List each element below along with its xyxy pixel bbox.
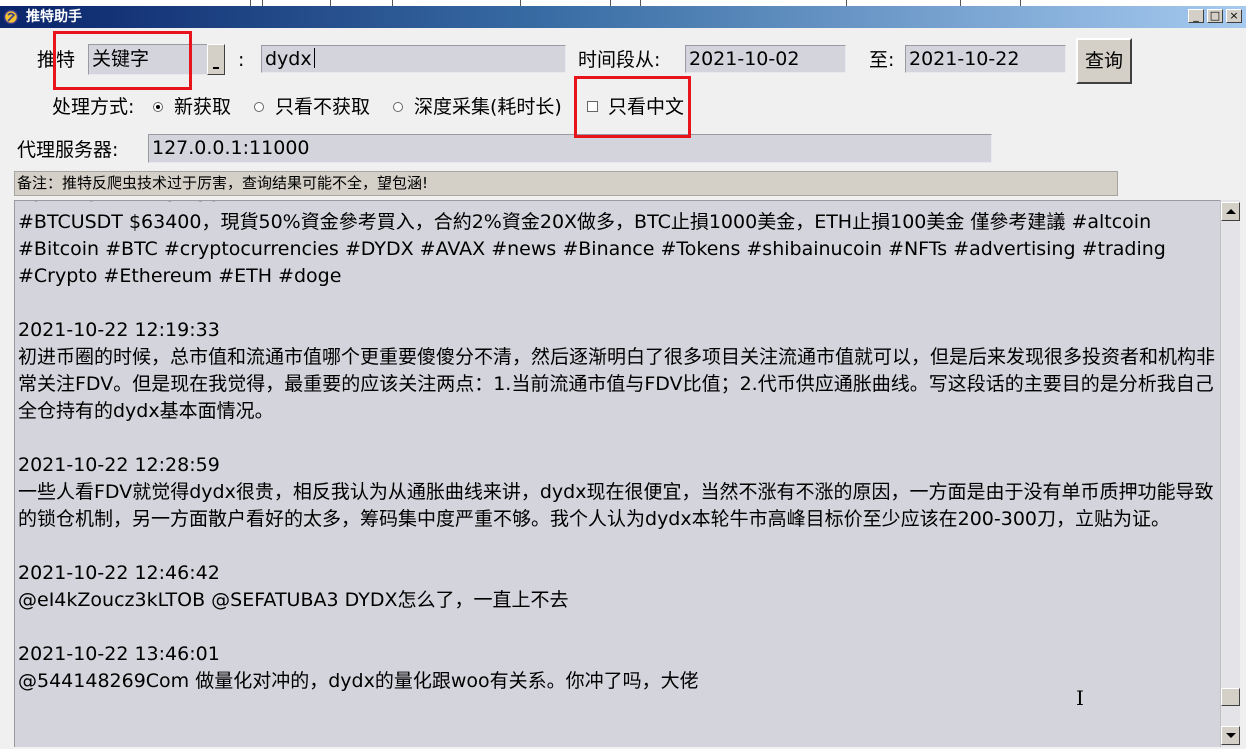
keyword-input[interactable]: dydx xyxy=(261,45,566,73)
mode-radio-new-fetch[interactable] xyxy=(153,102,163,112)
result-timestamp: 2021-10-22 12:46:42 xyxy=(18,562,220,584)
keyword-value: dydx xyxy=(265,48,312,70)
search-type-dropdown-button[interactable] xyxy=(207,44,225,75)
result-entry: 2021-10-22 12:19:33 初进币圈的时候，总市值和流通市值哪个更重… xyxy=(18,317,1216,425)
mode-radio-view-only[interactable] xyxy=(254,102,264,112)
results-scrollbar[interactable] xyxy=(1220,200,1240,747)
mode-option-deep-crawl-label[interactable]: 深度采集(耗时长) xyxy=(414,95,562,119)
highlight-box-chinese-only xyxy=(574,76,691,138)
date-from-label: 时间段从: xyxy=(578,49,661,71)
query-button[interactable]: 查询 xyxy=(1076,38,1132,84)
proxy-input[interactable]: 127.0.0.1:11000 xyxy=(148,134,992,163)
date-from-input[interactable]: 2021-10-02 xyxy=(685,45,846,73)
app-icon xyxy=(3,9,19,25)
result-text: 初进币圈的时候，总市值和流通市值哪个更重要傻傻分不清，然后逐渐明白了很多项目关注… xyxy=(18,346,1216,422)
mode-option-new-fetch-label[interactable]: 新获取 xyxy=(174,95,231,119)
dropdown-arrow-icon xyxy=(213,67,219,69)
result-timestamp: 2021-10-22 12:19:33 xyxy=(18,319,220,341)
result-timestamp: 2021-10-22 13:46:01 xyxy=(18,643,220,665)
scroll-down-arrow-icon[interactable] xyxy=(1221,726,1240,745)
result-entry: 2021-10-22 11:52:50 #BTCUSDT $63400，現貨50… xyxy=(18,201,1216,290)
minimize-button[interactable]: _ xyxy=(1188,9,1204,23)
result-entry: 2021-10-22 12:46:42 @eI4kZoucz3kLTOB @SE… xyxy=(18,560,1216,614)
keyword-colon: : xyxy=(238,49,245,71)
date-to-input[interactable]: 2021-10-22 xyxy=(905,45,1066,73)
results-list: 2021-10-22 11:52:50 #BTCUSDT $63400，現貨50… xyxy=(18,201,1216,695)
result-entry: 2021-10-22 12:28:59 一些人看FDV就觉得dydx很贵，相反我… xyxy=(18,452,1216,533)
close-button[interactable]: × xyxy=(1226,9,1242,23)
result-timestamp: 2021-10-22 11:52:50 xyxy=(18,201,1216,209)
mode-label: 处理方式: xyxy=(52,96,135,118)
scroll-up-arrow-icon[interactable] xyxy=(1221,202,1240,221)
highlight-box-search-type xyxy=(53,31,192,90)
date-to-label: 至: xyxy=(869,49,895,71)
result-text: #BTCUSDT $63400，現貨50%資金參考買入，合約2%資金20X做多，… xyxy=(18,211,1166,287)
result-timestamp: 2021-10-22 12:28:59 xyxy=(18,454,220,476)
maximize-button[interactable]: □ xyxy=(1207,9,1223,23)
result-text: @eI4kZoucz3kLTOB @SEFATUBA3 DYDX怎么了，一直上不… xyxy=(18,589,569,611)
window-title: 推特助手 xyxy=(26,9,82,25)
note-bar: 备注：推特反爬虫技术过于厉害，查询结果可能不全，望包涵! xyxy=(14,171,1118,196)
text-cursor xyxy=(313,48,315,68)
scrollbar-thumb[interactable] xyxy=(1221,688,1240,706)
result-text: @544148269Com 做量化对冲的，dydx的量化跟woo有关系。你冲了吗… xyxy=(18,670,699,692)
i-beam-cursor-icon: I xyxy=(1076,686,1084,710)
mode-option-view-only-label[interactable]: 只看不获取 xyxy=(275,95,370,119)
proxy-label: 代理服务器: xyxy=(17,139,119,161)
mode-radio-deep-crawl[interactable] xyxy=(393,102,403,112)
result-text: 一些人看FDV就觉得dydx很贵，相反我认为从通胀曲线来讲，dydx现在很便宜，… xyxy=(18,481,1214,530)
title-bar[interactable]: 推特助手 _ □ × xyxy=(0,6,1246,28)
result-entry: 2021-10-22 13:46:01 @544148269Com 做量化对冲的… xyxy=(18,641,1216,695)
results-textarea[interactable]: 2021-10-22 11:52:50 #BTCUSDT $63400，現貨50… xyxy=(14,200,1220,747)
